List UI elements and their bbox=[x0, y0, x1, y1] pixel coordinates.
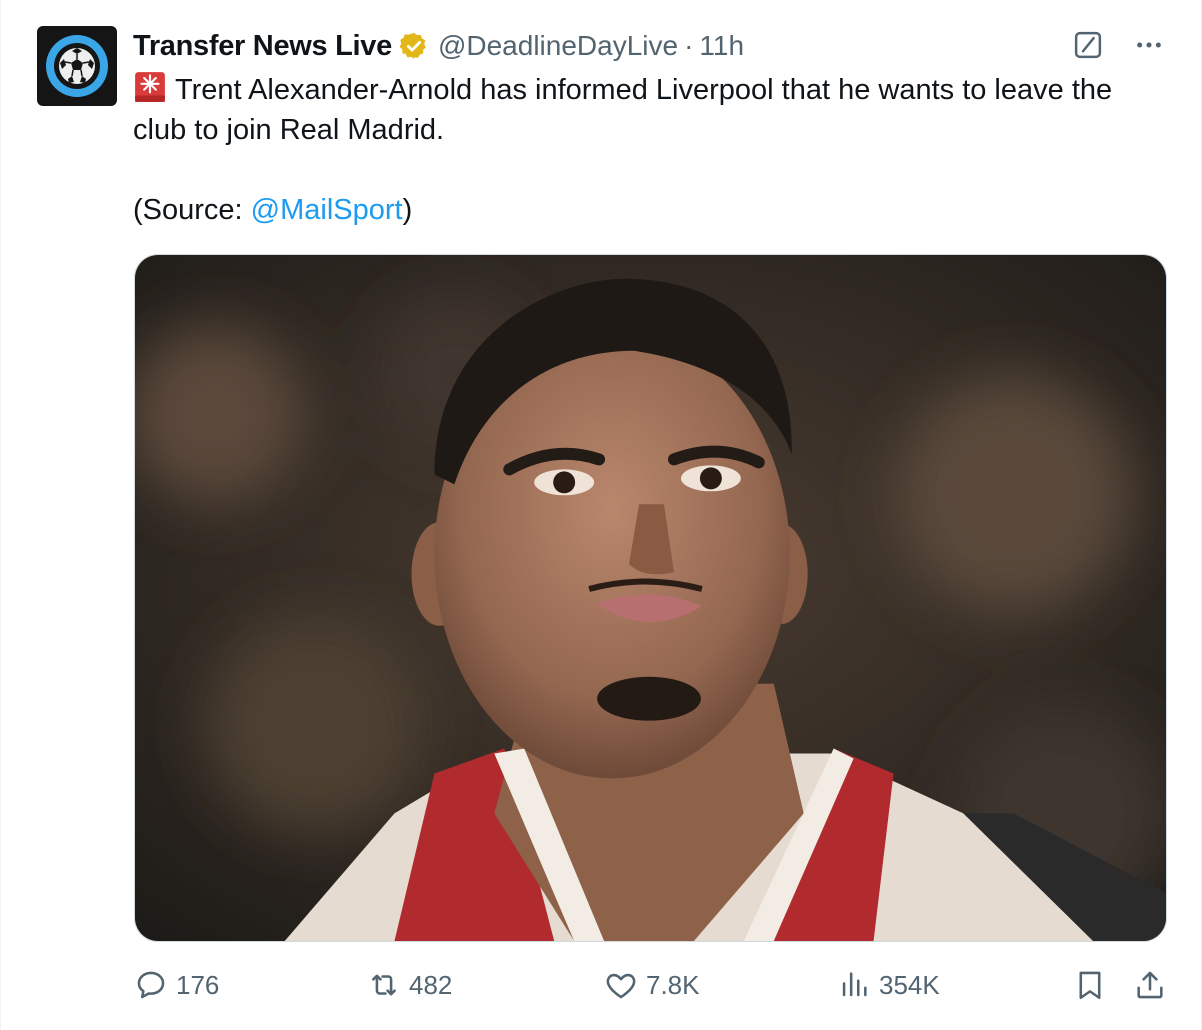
like-button[interactable]: 7.8K bbox=[604, 968, 700, 1002]
soccer-ball-icon bbox=[46, 35, 108, 97]
bookmark-icon bbox=[1079, 971, 1101, 1000]
share-button[interactable] bbox=[1133, 968, 1167, 1002]
views-icon bbox=[842, 972, 867, 997]
like-count: 7.8K bbox=[646, 969, 700, 1000]
bookmark-button[interactable] bbox=[1073, 968, 1107, 1002]
reply-button[interactable]: 176 bbox=[134, 968, 219, 1002]
grok-button[interactable] bbox=[1071, 28, 1105, 62]
separator-dot: · bbox=[684, 30, 694, 61]
share-icon bbox=[1137, 971, 1163, 999]
timestamp[interactable]: 11h bbox=[699, 30, 744, 62]
tweet-text: Trent Alexander-Arnold has informed Live… bbox=[133, 70, 1153, 230]
tweet-source: (Source: @MailSport) bbox=[133, 190, 1153, 230]
display-name[interactable]: Transfer News Live bbox=[133, 30, 392, 63]
top-actions bbox=[1071, 28, 1167, 62]
more-button[interactable] bbox=[1131, 28, 1167, 62]
handle[interactable]: @DeadlineDayLive bbox=[438, 30, 678, 62]
retweet-count: 482 bbox=[409, 969, 453, 1000]
mention-link[interactable]: @MailSport bbox=[251, 194, 403, 226]
tweet-text-main: Trent Alexander-Arnold has informed Live… bbox=[133, 70, 1153, 150]
tweet-header: Transfer News Live @DeadlineDayLive · 11… bbox=[133, 26, 744, 66]
player-photo bbox=[135, 255, 1166, 941]
action-bar: 176 482 7.8K 354K bbox=[1, 960, 1202, 1020]
like-icon bbox=[606, 973, 636, 999]
reply-icon bbox=[137, 971, 165, 999]
retweet-icon bbox=[372, 974, 396, 996]
tweet-photo[interactable] bbox=[134, 254, 1167, 942]
verified-badge-icon[interactable] bbox=[399, 31, 429, 61]
tweet-card[interactable]: Transfer News Live @DeadlineDayLive · 11… bbox=[0, 0, 1202, 1030]
views-count: 354K bbox=[879, 969, 940, 1000]
avatar[interactable] bbox=[37, 26, 117, 106]
reply-count: 176 bbox=[176, 969, 220, 1000]
siren-icon bbox=[135, 72, 165, 102]
tweet-text-line: Trent Alexander-Arnold has informed Live… bbox=[133, 74, 1113, 146]
grok-icon bbox=[1074, 31, 1102, 59]
more-icon bbox=[1137, 42, 1161, 48]
views-button[interactable]: 354K bbox=[837, 968, 940, 1002]
retweet-button[interactable]: 482 bbox=[367, 968, 452, 1002]
source-suffix: ) bbox=[402, 194, 413, 226]
source-prefix: (Source: bbox=[133, 194, 251, 226]
